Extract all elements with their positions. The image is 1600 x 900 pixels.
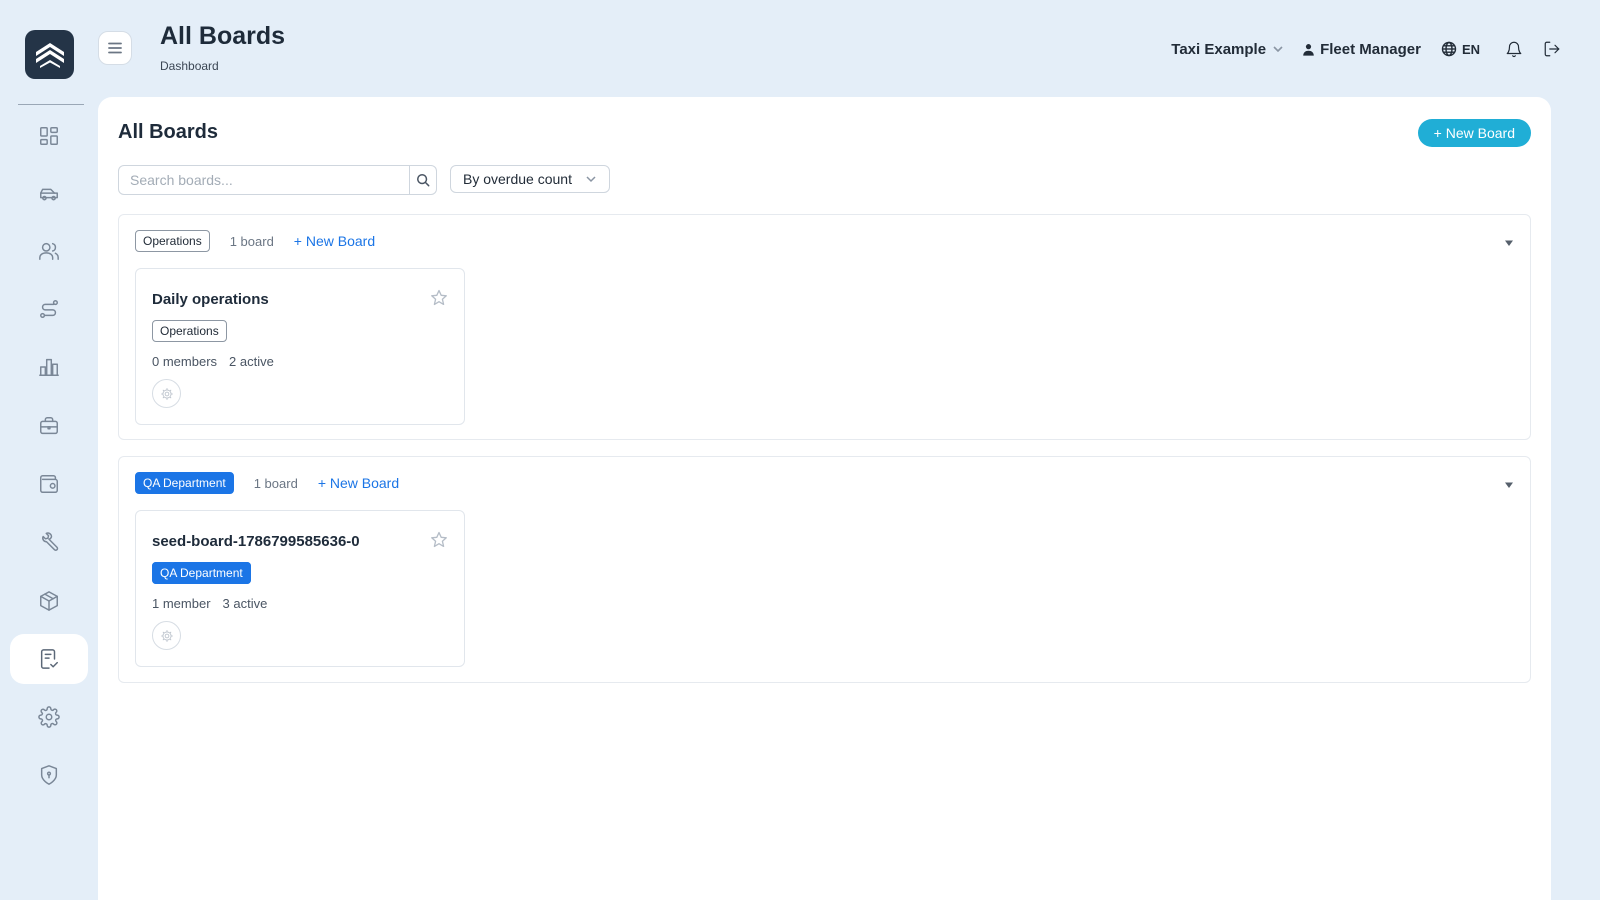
logo-chevrons-icon	[35, 42, 64, 68]
hamburger-icon	[108, 42, 122, 54]
board-members: 1 member	[152, 596, 211, 611]
board-group-qa-department: QA Department 1 board + New Board seed-b…	[118, 456, 1531, 683]
caret-down-icon	[1505, 482, 1513, 488]
app-logo[interactable]	[25, 30, 74, 79]
clipboard-check-icon	[40, 649, 58, 669]
board-meta: 1 member 3 active	[152, 596, 267, 611]
board-meta: 0 members 2 active	[152, 354, 274, 369]
header-actions: Taxi Example Fleet Manager EN	[1171, 38, 1562, 60]
notifications-button[interactable]	[1504, 39, 1524, 59]
sidebar-item-dashboard[interactable]	[10, 111, 88, 161]
main-panel: All Boards + New Board By overdue count …	[98, 97, 1551, 900]
bar-chart-icon	[39, 358, 59, 376]
board-group-operations: Operations 1 board + New Board Daily ope…	[118, 214, 1531, 440]
star-icon	[431, 289, 447, 306]
group-board-count: 1 board	[229, 233, 274, 249]
users-icon	[39, 242, 59, 260]
group-tag: QA Department	[135, 472, 234, 494]
menu-toggle-button[interactable]	[98, 31, 132, 65]
sidebar-item-vehicles[interactable]	[10, 169, 88, 219]
sidebar-item-security[interactable]	[10, 750, 88, 800]
user-role: Fleet Manager	[1320, 40, 1421, 58]
car-icon	[40, 188, 58, 201]
box-icon	[40, 591, 58, 611]
star-icon	[431, 531, 447, 548]
group-new-board-link[interactable]: + New Board	[318, 475, 399, 491]
briefcase-icon	[40, 417, 58, 435]
sidebar-item-settings[interactable]	[10, 692, 88, 742]
shield-icon	[40, 765, 58, 785]
user-icon	[1303, 43, 1314, 56]
board-card[interactable]: Daily operations Operations 0 members 2 …	[135, 268, 465, 425]
user-menu[interactable]: Fleet Manager	[1302, 41, 1421, 58]
group-header: Operations 1 board + New Board	[135, 230, 375, 252]
wallet-icon	[40, 475, 58, 493]
gear-icon	[160, 387, 173, 400]
search-icon	[417, 174, 430, 187]
search-button[interactable]	[410, 165, 437, 195]
globe-icon	[1441, 41, 1457, 57]
route-icon	[40, 300, 58, 318]
sidebar-item-inventory[interactable]	[10, 576, 88, 626]
page-title: All Boards	[160, 22, 286, 50]
logout-button[interactable]	[1542, 39, 1562, 59]
language-code: EN	[1461, 41, 1480, 57]
search-bar	[118, 165, 437, 195]
logout-icon	[1544, 41, 1560, 57]
caret-down-icon	[1505, 240, 1513, 246]
sort-selected-value: By overdue count	[463, 171, 572, 187]
board-members: 0 members	[152, 354, 218, 369]
group-board-count: 1 board	[253, 475, 298, 491]
wrench-icon	[42, 532, 59, 551]
group-header: QA Department 1 board + New Board	[135, 472, 399, 494]
chevron-down-icon	[586, 176, 596, 183]
search-input[interactable]	[118, 165, 410, 195]
sidebar	[0, 0, 96, 900]
sidebar-item-routes[interactable]	[10, 284, 88, 334]
organization-name: Taxi Example	[1171, 40, 1267, 58]
board-active: 2 active	[229, 354, 274, 369]
sidebar-item-wallet[interactable]	[10, 459, 88, 509]
favorite-button[interactable]	[430, 531, 448, 549]
sidebar-item-maintenance[interactable]	[10, 517, 88, 567]
board-group-tag: Operations	[152, 320, 227, 342]
group-new-board-link[interactable]: + New Board	[294, 233, 375, 249]
bell-icon	[1506, 41, 1522, 58]
sidebar-item-jobs[interactable]	[10, 401, 88, 451]
organization-select[interactable]: Taxi Example	[1171, 41, 1284, 58]
group-tag: Operations	[135, 230, 210, 252]
board-settings-button[interactable]	[152, 379, 181, 408]
sort-select[interactable]: By overdue count	[450, 165, 610, 193]
sidebar-item-reports[interactable]	[10, 342, 88, 392]
sidebar-item-boards[interactable]	[10, 634, 88, 684]
sidebar-item-drivers[interactable]	[10, 226, 88, 276]
board-title[interactable]: seed-board-1786799585636-0	[152, 533, 360, 550]
board-title[interactable]: Daily operations	[152, 291, 269, 308]
sidebar-divider	[18, 104, 84, 105]
chevron-down-icon	[1273, 46, 1283, 53]
board-card[interactable]: seed-board-1786799585636-0 QA Department…	[135, 510, 465, 667]
new-board-button[interactable]: + New Board	[1417, 119, 1531, 147]
gear-icon	[160, 629, 173, 642]
breadcrumb[interactable]: Dashboard	[160, 59, 219, 73]
group-collapse-toggle[interactable]	[1504, 235, 1514, 246]
language-switcher[interactable]: EN	[1441, 41, 1480, 57]
favorite-button[interactable]	[430, 289, 448, 307]
gear-icon	[38, 706, 60, 728]
board-settings-button[interactable]	[152, 621, 181, 650]
board-group-tag: QA Department	[152, 562, 251, 584]
group-collapse-toggle[interactable]	[1504, 477, 1514, 488]
section-title: All Boards	[118, 121, 219, 143]
board-active: 3 active	[222, 596, 268, 611]
dashboard-grid-icon	[40, 127, 58, 145]
